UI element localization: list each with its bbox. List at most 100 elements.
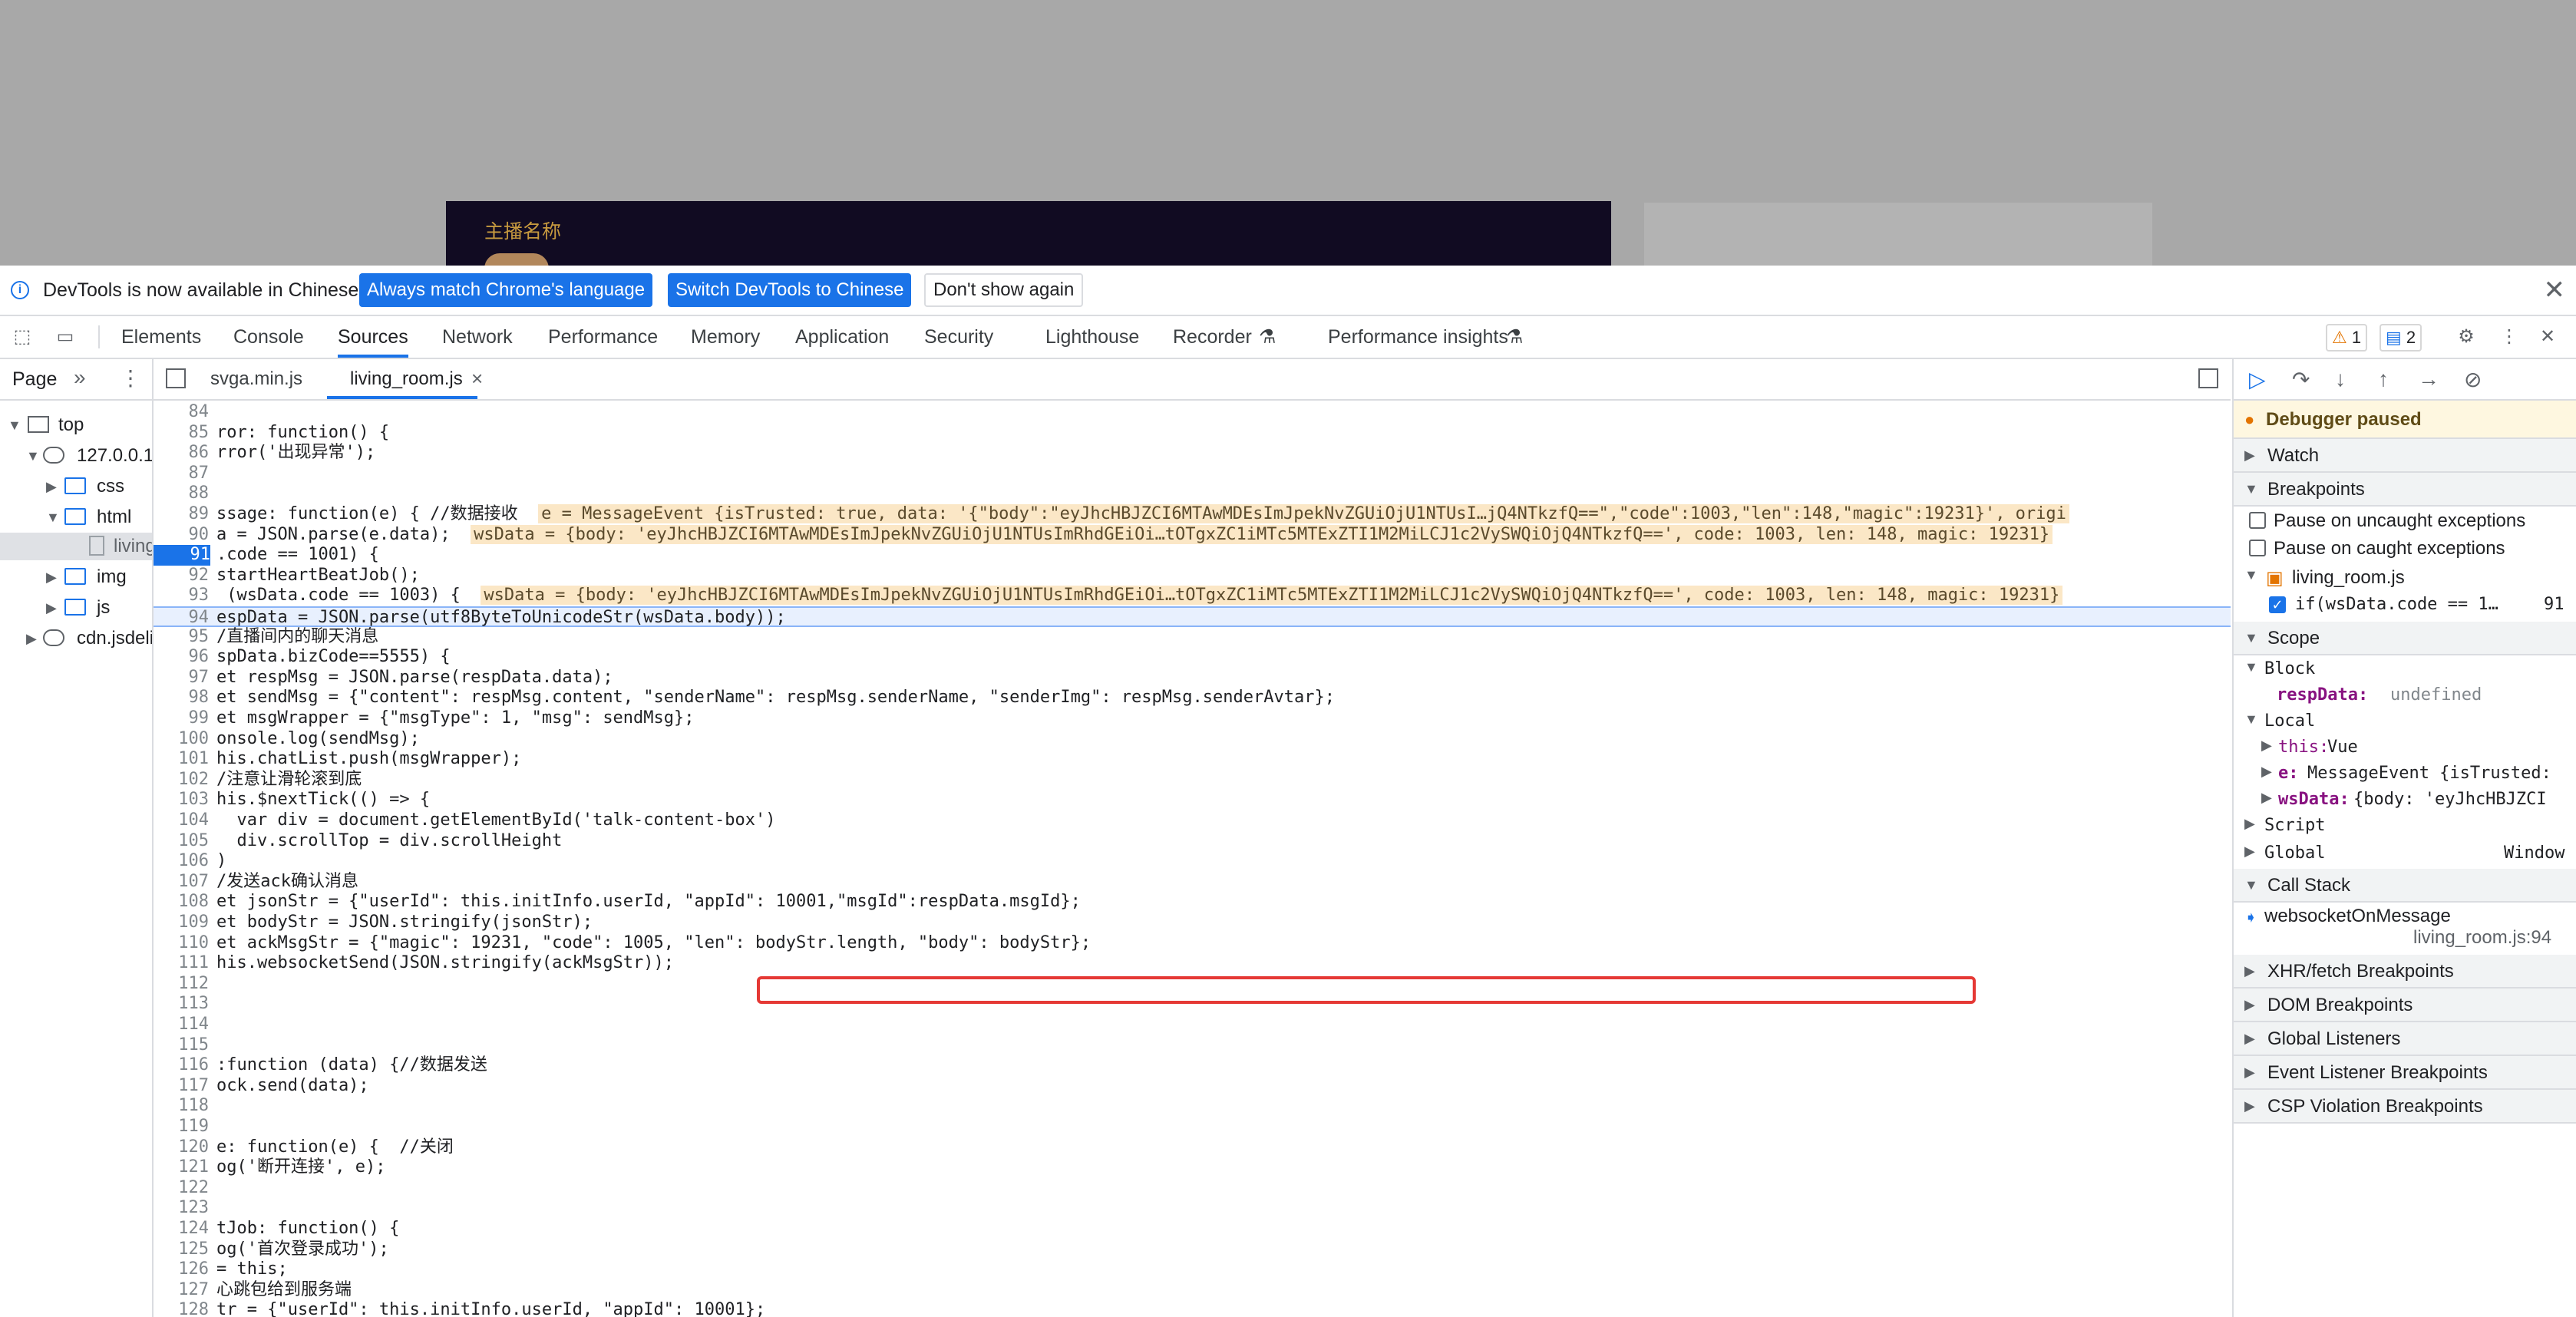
line-number[interactable]: 108 [154,892,209,913]
code-line[interactable]: 98 et sendMsg = {"content": respMsg.conte… [154,688,2231,708]
deactivate-breakpoints-icon[interactable]: ⊘ [2464,367,2482,392]
event-listener-breakpoints-section[interactable]: ▶ Event Listener Breakpoints [2234,1056,2576,1090]
line-number[interactable]: 102 [154,770,209,791]
code-line[interactable]: 101 his.chatList.push(msgWrapper); [154,749,2231,770]
csp-violation-breakpoints-section[interactable]: ▶ CSP Violation Breakpoints [2234,1090,2576,1124]
line-number[interactable]: 118 [154,1096,209,1117]
line-number[interactable]: 92 [154,566,210,586]
code-line[interactable]: 118 [154,1096,2231,1117]
code-line[interactable]: 91 .code == 1001) { [154,545,2231,566]
always-match-language-button[interactable]: Always match Chrome's language [359,273,653,307]
close-tab-icon[interactable]: × [471,367,483,391]
line-number[interactable]: 111 [154,953,209,974]
line-number[interactable]: 123 [154,1198,209,1219]
issues-badge[interactable]: ▤ 2 [2379,324,2422,352]
warnings-badge[interactable]: ⚠ 1 [2326,324,2368,352]
line-number[interactable]: 121 [154,1157,209,1178]
code-line[interactable]: 100 onsole.log(sendMsg); [154,729,2231,750]
code-line[interactable]: 113 [154,994,2231,1015]
line-number[interactable]: 106 [154,851,209,872]
line-number[interactable]: 117 [154,1076,209,1097]
line-number[interactable]: 124 [154,1219,209,1239]
line-number[interactable]: 122 [154,1178,209,1199]
line-number[interactable]: 105 [154,831,209,852]
code-line[interactable]: 84 [154,402,2231,423]
pause-uncaught-checkbox[interactable] [2249,512,2266,529]
scope-var-respdata[interactable]: respData: undefined [2234,682,2576,709]
call-frame[interactable]: ➧ websocketOnMessage living_room.js:94 [2234,904,2576,950]
line-number[interactable]: 88 [154,484,210,504]
tab-memory[interactable]: Memory [691,316,760,358]
device-toolbar-icon[interactable]: ▭ [55,327,75,347]
step-over-icon[interactable]: ↷ [2292,367,2310,392]
code-line[interactable]: 116:function (data) {//数据发送 [154,1055,2231,1076]
line-number[interactable]: 94 [154,608,210,629]
code-area[interactable]: 84 85 ror: function() {86 rror('出现异常'); 87 88… [154,401,2231,1317]
tree-item-css[interactable]: ▶ css [0,473,152,500]
line-number[interactable]: 95 [154,627,210,648]
code-line[interactable]: 106) [154,851,2231,872]
settings-gear-icon[interactable]: ⚙ [2456,327,2476,347]
breakpoints-section[interactable]: ▼ Breakpoints [2234,473,2576,507]
code-line[interactable]: 102/注意让滑轮滚到底 [154,770,2231,791]
code-line[interactable]: 109 et bodyStr = JSON.stringify(jsonStr); [154,913,2231,933]
resume-icon[interactable]: ▷ [2249,367,2266,392]
tab-recorder[interactable]: Recorder [1173,316,1252,358]
tree-item-localhost[interactable]: ▼ 127.0.0.1 [0,442,152,470]
scope-var-wsdata[interactable]: ▶ wsData: {body: 'eyJhcHBJZCI [2234,786,2576,814]
code-line[interactable]: 96 spData.bizCode==5555) { [154,647,2231,668]
code-line[interactable]: 128 tr = {"userId": this.initInfo.userId,… [154,1300,2231,1317]
code-line[interactable]: 108 et jsonStr = {"userId": this.initInfo… [154,892,2231,913]
scope-var-this[interactable]: ▶ this: Vue [2234,734,2576,761]
line-number[interactable]: 107 [154,872,209,893]
pause-caught-row[interactable]: Pause on caught exceptions [2234,534,2576,562]
line-number[interactable]: 90 [154,525,210,546]
line-number[interactable]: 98 [154,688,210,708]
code-line[interactable]: 87 [154,464,2231,484]
code-line[interactable]: 127 心跳包给到服务端 [154,1280,2231,1301]
line-number[interactable]: 127 [154,1280,209,1301]
dont-show-again-button[interactable]: Don't show again [924,273,1084,307]
code-line[interactable]: 104 var div = document.getElementById('t… [154,810,2231,831]
code-line[interactable]: 95/直播间内的聊天消息 [154,627,2231,648]
tree-item-top[interactable]: ▼ top [0,411,152,439]
call-stack-section[interactable]: ▼ Call Stack [2234,869,2576,903]
code-line[interactable]: 97 et respMsg = JSON.parse(respData.data)… [154,668,2231,688]
tab-console[interactable]: Console [233,316,304,358]
toggle-debugger-icon[interactable] [2198,368,2218,388]
line-number[interactable]: 91 [154,545,210,566]
code-line[interactable]: 120 e: function(e) { //关闭 [154,1137,2231,1158]
toggle-navigator-icon[interactable] [166,368,186,388]
code-line[interactable]: 94 espData = JSON.parse(utf8ByteToUnicode… [154,606,2231,627]
line-number[interactable]: 128 [154,1300,209,1317]
scope-script[interactable]: ▶ Script [2234,812,2576,840]
code-line[interactable]: 85 ror: function() { [154,423,2231,444]
line-number[interactable]: 119 [154,1117,209,1137]
line-number[interactable]: 101 [154,749,209,770]
line-number[interactable]: 112 [154,974,209,995]
tree-item-cdn[interactable]: ▶ cdn.jsdelivr.net [0,625,152,652]
file-tab-svga[interactable]: svga.min.js [210,368,302,390]
tab-network[interactable]: Network [442,316,513,358]
scope-section[interactable]: ▼ Scope [2234,622,2576,655]
line-number[interactable]: 126 [154,1259,209,1280]
code-line[interactable]: 125 og('首次登录成功'); [154,1239,2231,1260]
tab-performance-insights[interactable]: Performance insights [1328,316,1508,358]
global-listeners-section[interactable]: ▶ Global Listeners [2234,1022,2576,1056]
code-line[interactable]: 93 (wsData.code == 1003) { wsData = {bod… [154,586,2231,606]
code-line[interactable]: 126 = this; [154,1259,2231,1280]
line-number[interactable]: 120 [154,1137,209,1158]
code-line[interactable]: 119 [154,1117,2231,1137]
tree-item-img[interactable]: ▶ img [0,563,152,591]
line-number[interactable]: 85 [154,423,210,444]
xhr-breakpoints-section[interactable]: ▶ XHR/fetch Breakpoints [2234,955,2576,989]
line-number[interactable]: 99 [154,708,210,729]
pause-caught-checkbox[interactable] [2249,540,2266,556]
step-into-icon[interactable]: ↓ [2335,367,2346,391]
code-line[interactable]: 107/发送ack确认消息 [154,872,2231,893]
line-number[interactable]: 116 [154,1055,209,1076]
tab-application[interactable]: Application [795,316,889,358]
code-line[interactable]: 92 startHeartBeatJob(); [154,566,2231,586]
tab-lighthouse[interactable]: Lighthouse [1045,316,1139,358]
tree-item-html[interactable]: ▼ html [0,503,152,531]
